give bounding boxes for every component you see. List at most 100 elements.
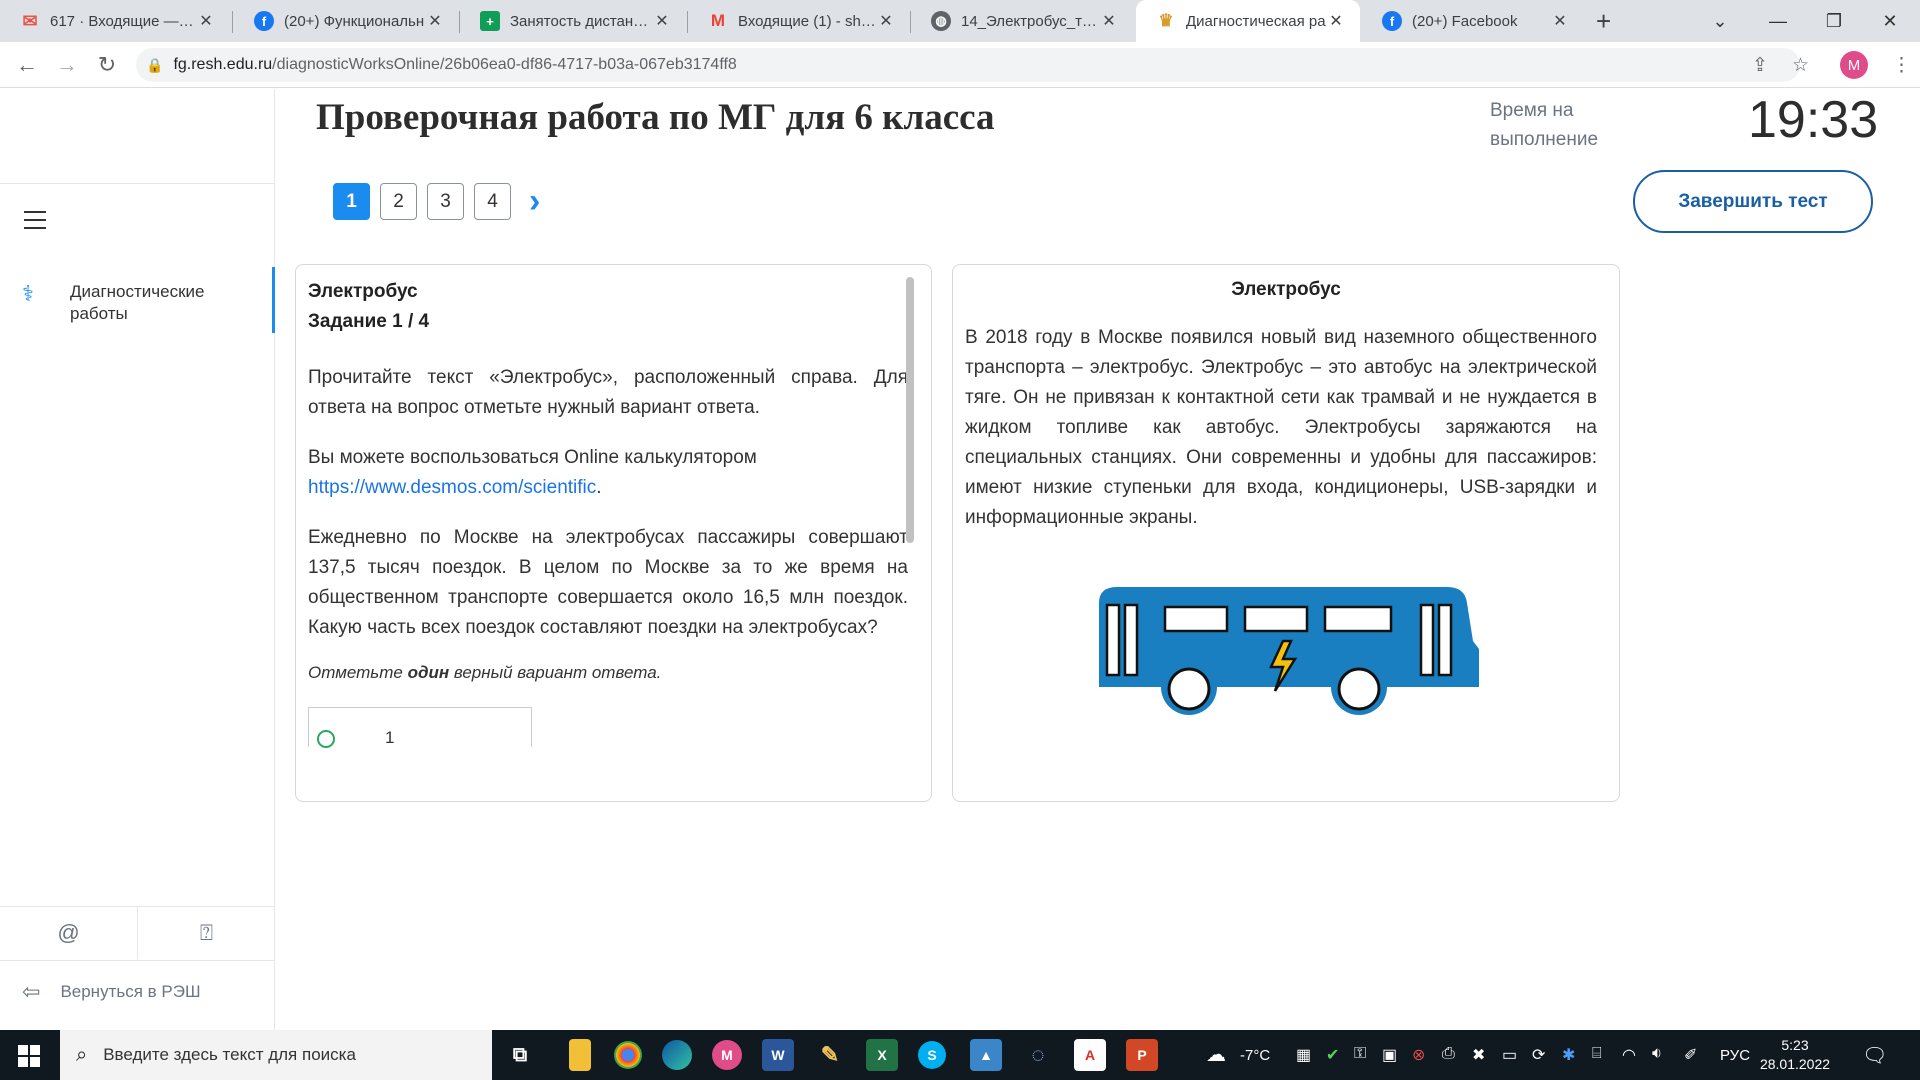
search-placeholder: Введите здесь текст для поиска (103, 1045, 356, 1064)
browser-tab[interactable]: + Занятость дистанцис ✕ (460, 0, 686, 42)
task-pager: 1 2 3 4 › (333, 183, 540, 220)
chrome-icon[interactable] (614, 1041, 642, 1069)
next-page-icon[interactable]: › (529, 183, 540, 220)
exit-icon: ⇦ (22, 979, 41, 1004)
wifi-icon[interactable]: ◠ (1622, 1045, 1636, 1065)
sidebar-item-diagnostic-works[interactable]: ⚕ Диагностические работы (0, 267, 275, 333)
answer-instruction: Отметьте один верный вариант ответа. (308, 663, 908, 683)
pdf-icon[interactable]: A (1074, 1039, 1106, 1071)
profile-avatar[interactable]: M (1840, 51, 1868, 79)
windows-start-icon[interactable] (18, 1045, 40, 1067)
menu-dots-icon[interactable]: ⋮ (1892, 54, 1911, 77)
pen-icon[interactable]: ✐ (1684, 1045, 1697, 1065)
weather-icon[interactable]: ☁ (1206, 1042, 1226, 1067)
address-bar[interactable]: 🔒 fg.resh.edu.ru/diagnosticWorksOnline/2… (136, 48, 1800, 82)
browser-tab[interactable]: ◍ 14_Электробус_текст ✕ (911, 0, 1133, 42)
radio-button[interactable] (317, 730, 335, 748)
url-path: /diagnosticWorksOnline/26b06ea0-df86-471… (272, 56, 737, 73)
calc-prefix: Вы можете воспользоваться Online калькул… (308, 447, 757, 468)
new-tab-button[interactable]: + (1596, 6, 1611, 37)
email-icon[interactable]: @ (0, 907, 137, 959)
task-view-icon[interactable]: ⧉ (504, 1039, 536, 1071)
bookmark-star-icon[interactable]: ☆ (1792, 54, 1809, 77)
tray-network-icon[interactable]: ⌸ (1592, 1045, 1602, 1063)
finish-test-button[interactable]: Завершить тест (1633, 170, 1873, 233)
browser-tab-strip: ✉ 617 · Входящие — Ян ✕ f (20+) Функцион… (0, 0, 1920, 42)
skype-icon[interactable]: S (918, 1041, 946, 1069)
reload-icon[interactable]: ↻ (92, 50, 122, 80)
share-icon[interactable]: ⇪ (1752, 54, 1768, 77)
taskbar-clock[interactable]: 5:23 28.01.2022 (1750, 1036, 1840, 1074)
browser-tab[interactable]: M Входящие (1) - shaba ✕ (688, 0, 910, 42)
tray-app-icon[interactable]: ▦ (1296, 1045, 1311, 1065)
back-to-resh-link[interactable]: ⇦ Вернуться в РЭШ (22, 979, 201, 1005)
tray-x-icon[interactable]: ✖ (1472, 1045, 1485, 1065)
close-icon[interactable]: ✕ (1550, 11, 1570, 31)
page-button-4[interactable]: 4 (474, 183, 511, 220)
search-icon: ⌕ (76, 1043, 88, 1066)
browser-tab[interactable]: f (20+) Функциональн ✕ (234, 0, 459, 42)
maximize-icon[interactable]: ❐ (1806, 0, 1862, 42)
tab-title: (20+) Facebook (1412, 12, 1518, 30)
calculator-link[interactable]: https://www.desmos.com/scientific (308, 477, 596, 498)
volume-icon[interactable]: 🔉︎ (1652, 1045, 1662, 1063)
tab-title: 14_Электробус_текст (961, 12, 1099, 30)
taskbar-search-input[interactable]: ⌕ Введите здесь текст для поиска (60, 1030, 492, 1080)
clock-date: 28.01.2022 (1759, 1056, 1831, 1072)
tray-camera-icon[interactable]: ▣ (1382, 1045, 1397, 1065)
browser-tab[interactable]: ✉ 617 · Входящие — Ян ✕ (0, 0, 230, 42)
question-scroll-area[interactable]: Электробус Задание 1 / 4 Прочитайте текс… (308, 277, 908, 787)
yandex-mail-icon: ✉ (22, 10, 38, 31)
word-icon[interactable]: W (762, 1039, 794, 1071)
tab-search-icon[interactable]: ⌄ (1692, 0, 1748, 42)
browser-toolbar: ← → ↻ 🔒 fg.resh.edu.ru/diagnosticWorksOn… (0, 42, 1920, 88)
close-icon[interactable]: ✕ (425, 11, 445, 31)
back-label: Вернуться в РЭШ (60, 982, 201, 1001)
sidebar-item-label: Диагностические работы (70, 282, 205, 323)
bluetooth-icon[interactable]: ✱ (1562, 1045, 1575, 1065)
lock-icon: 🔒 (146, 56, 164, 73)
answer-option[interactable]: 1 (308, 707, 532, 748)
tray-key-icon[interactable]: ⚿ (1354, 1045, 1366, 1063)
tray-check-icon[interactable]: ✔ (1326, 1045, 1339, 1065)
browser-tab-active[interactable]: ♛ Диагностическая ра ✕ (1136, 0, 1360, 42)
paint-icon[interactable]: ✎ (814, 1039, 846, 1071)
tray-sync-icon[interactable]: ⟳ (1532, 1045, 1545, 1065)
back-icon[interactable]: ← (12, 50, 42, 80)
weather-temp[interactable]: -7°C (1240, 1030, 1270, 1080)
page-button-3[interactable]: 3 (427, 183, 464, 220)
powerpoint-icon[interactable]: P (1126, 1039, 1158, 1071)
close-icon[interactable]: ✕ (876, 11, 896, 31)
browser-tab[interactable]: f (20+) Facebook ✕ (1362, 0, 1584, 42)
sidebar: ⚕ Диагностические работы @ ⍰ ⇦ Вернуться… (0, 89, 275, 1030)
battery-icon[interactable]: ▭ (1502, 1045, 1517, 1065)
chrome-profile-icon[interactable]: M (712, 1040, 742, 1070)
notifications-icon[interactable]: 🗨︎ (1862, 1043, 1887, 1068)
app-ring-icon[interactable]: ◌ (1022, 1039, 1054, 1071)
tray-close-icon[interactable]: ⊗ (1412, 1045, 1425, 1065)
hamburger-menu-icon[interactable] (24, 211, 46, 235)
excel-icon[interactable]: X (866, 1039, 898, 1071)
note-prefix: Отметьте (308, 663, 403, 682)
file-explorer-icon[interactable] (569, 1039, 591, 1071)
edge-icon[interactable] (662, 1040, 692, 1070)
close-window-icon[interactable]: ✕ (1862, 0, 1918, 42)
tray-print-icon[interactable]: ⎙ (1442, 1045, 1455, 1063)
forward-icon[interactable]: → (52, 50, 82, 80)
minimize-icon[interactable]: — (1750, 0, 1806, 42)
close-icon[interactable]: ✕ (196, 11, 216, 31)
feedback-icon[interactable]: ⍰ (138, 907, 275, 959)
close-icon[interactable]: ✕ (1099, 11, 1119, 31)
input-language[interactable]: РУС (1720, 1030, 1750, 1080)
scrollbar[interactable] (906, 277, 914, 543)
question-card: Электробус Задание 1 / 4 Прочитайте текс… (295, 264, 932, 802)
url-host: fg.resh.edu.ru (173, 56, 273, 73)
instruction-text: Прочитайте текст «Электробус», расположе… (308, 367, 908, 418)
close-icon[interactable]: ✕ (652, 11, 672, 31)
page-button-1[interactable]: 1 (333, 183, 370, 220)
photos-icon[interactable]: ▲ (970, 1039, 1002, 1071)
page-button-2[interactable]: 2 (380, 183, 417, 220)
answer-label: 1 (385, 728, 395, 747)
close-icon[interactable]: ✕ (1326, 11, 1346, 31)
page-title: Проверочная работа по МГ для 6 класса (316, 97, 995, 138)
